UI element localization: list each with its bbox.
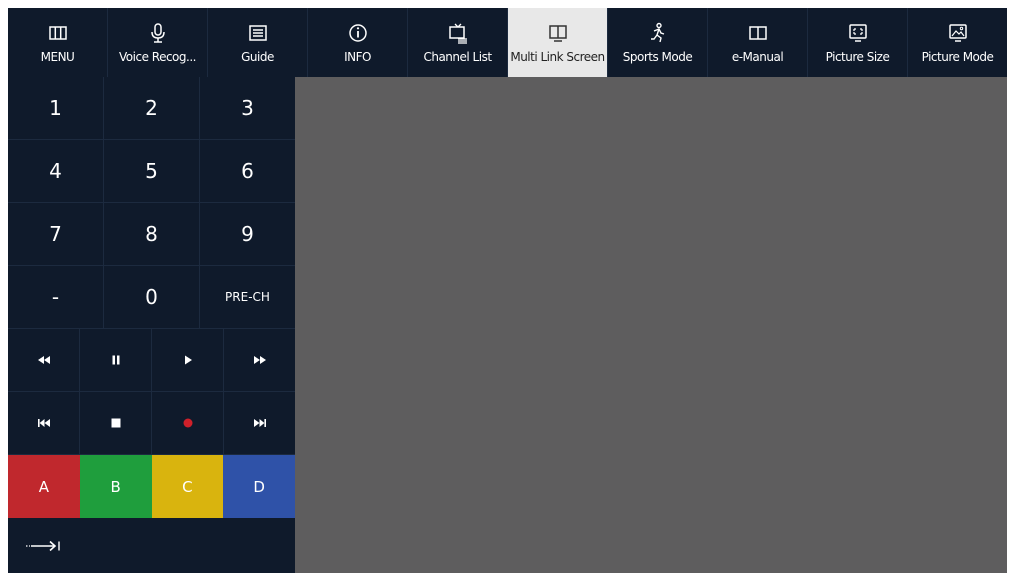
rewind-button[interactable] [8,329,80,391]
record-icon [183,418,192,428]
top-toolbar: MENU Voice Recog... Guide INFO Channel L… [8,8,1007,77]
play-icon [184,355,192,365]
picture-mode-button[interactable]: Picture Mode [908,8,1007,77]
key-5[interactable]: 5 [104,140,200,202]
e-manual-button[interactable]: e-Manual [708,8,808,77]
keypad-row-2: 4 5 6 [8,140,295,203]
tv-remote-screen: MENU Voice Recog... Guide INFO Channel L… [8,8,1007,573]
key-dash[interactable]: - [8,266,104,328]
key-3[interactable]: 3 [200,77,295,139]
key-8[interactable]: 8 [104,203,200,265]
menu-icon [47,22,69,44]
remote-keypad: 1 2 3 4 5 6 7 8 9 - 0 PRE-CH A B C D [8,77,295,573]
guide-label: Guide [241,49,274,64]
key-0[interactable]: 0 [104,266,200,328]
color-key-c[interactable]: C [151,455,224,518]
arrow-to-bar-button[interactable] [8,518,80,573]
voice-recognition-button[interactable]: Voice Recog... [108,8,208,77]
picture-size-label: Picture Size [825,49,890,64]
sports-mode-icon [647,22,669,44]
skip-forward-button[interactable] [224,392,295,454]
info-button[interactable]: INFO [308,8,408,77]
skip-back-icon [37,419,50,427]
key-2[interactable]: 2 [104,77,200,139]
microphone-icon [147,22,169,44]
info-label: INFO [344,49,371,64]
skip-back-button[interactable] [8,392,80,454]
keypad-row-3: 7 8 9 [8,203,295,266]
guide-button[interactable]: Guide [208,8,308,77]
stop-icon [111,418,120,428]
key-1[interactable]: 1 [8,77,104,139]
content-area [295,77,1007,573]
picture-mode-icon [947,22,969,44]
record-button[interactable] [152,392,224,454]
fast-forward-icon [253,356,266,364]
color-key-d[interactable]: D [223,455,295,518]
multi-link-screen-icon [547,22,569,44]
key-7[interactable]: 7 [8,203,104,265]
keypad-row-4: - 0 PRE-CH [8,266,295,329]
media-row-1 [8,329,295,392]
keypad-bottom-row [8,518,295,573]
info-icon [347,22,369,44]
pause-icon [112,355,119,365]
key-9[interactable]: 9 [200,203,295,265]
key-6[interactable]: 6 [200,140,295,202]
multi-link-screen-label: Multi Link Screen [510,49,605,64]
key-4[interactable]: 4 [8,140,104,202]
guide-icon [247,22,269,44]
stop-button[interactable] [80,392,152,454]
sports-mode-button[interactable]: Sports Mode [608,8,708,77]
picture-mode-label: Picture Mode [921,49,994,64]
play-button[interactable] [152,329,224,391]
color-key-a[interactable]: A [8,455,80,518]
pause-button[interactable] [80,329,152,391]
color-key-b[interactable]: B [79,455,152,518]
channel-list-icon [447,22,469,44]
e-manual-label: e-Manual [731,49,784,64]
channel-list-button[interactable]: Channel List [408,8,508,77]
menu-button[interactable]: MENU [8,8,108,77]
color-keys-row: A B C D [8,455,295,518]
e-manual-icon [747,22,769,44]
keypad-row-1: 1 2 3 [8,77,295,140]
fast-forward-button[interactable] [224,329,295,391]
voice-recognition-label: Voice Recog... [119,49,196,64]
menu-label: MENU [40,49,75,64]
pre-ch-button[interactable]: PRE-CH [200,266,295,328]
picture-size-icon [847,22,869,44]
multi-link-screen-button[interactable]: Multi Link Screen [508,8,608,77]
skip-forward-icon [253,419,266,427]
media-row-2 [8,392,295,455]
channel-list-label: Channel List [423,49,492,64]
picture-size-button[interactable]: Picture Size [808,8,908,77]
arrow-to-bar-icon [26,540,60,551]
sports-mode-label: Sports Mode [622,49,693,64]
rewind-icon [37,356,50,364]
